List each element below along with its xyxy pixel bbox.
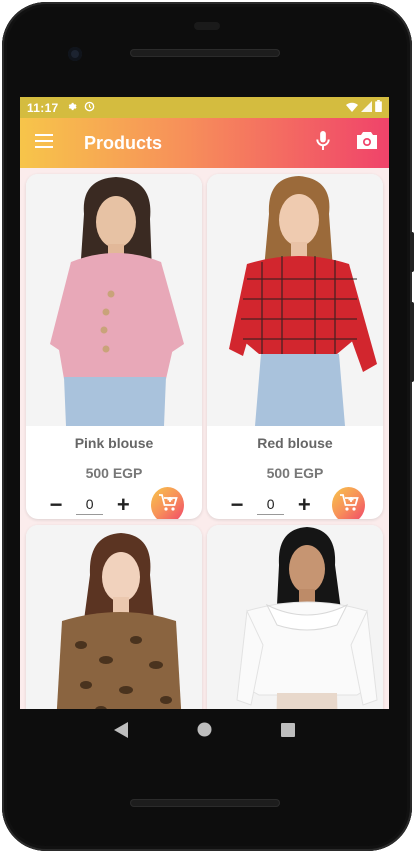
- back-icon[interactable]: [114, 721, 129, 743]
- status-bar: 11:17: [20, 97, 389, 118]
- product-price: 500 EGP: [85, 465, 143, 481]
- voice-search-button[interactable]: [301, 118, 345, 168]
- quantity-controls: − 0 +: [207, 487, 383, 519]
- product-image: [26, 525, 202, 709]
- power-button: [410, 302, 414, 382]
- camera-search-button[interactable]: [345, 118, 389, 168]
- signal-icon: [361, 100, 372, 115]
- menu-icon: [35, 133, 53, 153]
- increase-quantity-button[interactable]: +: [113, 494, 133, 516]
- bottom-speaker-grille: [130, 799, 280, 807]
- product-card[interactable]: [26, 525, 202, 709]
- add-to-cart-icon: [158, 493, 178, 517]
- app-screen: 11:17 Products Pink blouse 500 EGP − 0 +…: [20, 97, 389, 709]
- product-card[interactable]: Pink blouse 500 EGP − 0 +: [26, 174, 202, 519]
- product-image: [207, 174, 383, 426]
- mic-icon: [316, 131, 330, 155]
- add-to-cart-button[interactable]: [332, 487, 365, 519]
- recents-icon[interactable]: [280, 722, 295, 742]
- status-time: 11:17: [27, 100, 59, 115]
- sync-icon: [84, 101, 95, 115]
- add-to-cart-button[interactable]: [151, 487, 184, 519]
- product-image: [207, 525, 383, 709]
- product-card[interactable]: Red blouse 500 EGP − 0 +: [207, 174, 383, 519]
- settings-icon: [66, 101, 77, 115]
- quantity-field[interactable]: 0: [76, 496, 104, 515]
- camera-icon: [357, 132, 377, 154]
- wifi-icon: [346, 101, 358, 115]
- battery-icon: [375, 100, 382, 115]
- product-price: 500 EGP: [266, 465, 324, 481]
- top-speaker-grille: [130, 49, 280, 57]
- product-name: Pink blouse: [74, 435, 154, 451]
- product-name: Red blouse: [257, 435, 333, 451]
- menu-button[interactable]: [20, 118, 68, 168]
- quantity-controls: − 0 +: [26, 487, 202, 519]
- earpiece: [194, 22, 220, 30]
- home-icon[interactable]: [197, 722, 212, 742]
- system-navigation-bar: [20, 709, 389, 755]
- product-grid: Pink blouse 500 EGP − 0 + Red blouse 500…: [20, 168, 389, 709]
- volume-button: [410, 232, 414, 272]
- page-title: Products: [84, 132, 163, 153]
- increase-quantity-button[interactable]: +: [294, 494, 314, 516]
- app-bar: Products: [20, 118, 389, 168]
- product-image: [26, 174, 202, 426]
- product-card[interactable]: [207, 525, 383, 709]
- front-camera: [68, 47, 82, 61]
- add-to-cart-icon: [339, 493, 359, 517]
- decrease-quantity-button[interactable]: −: [227, 494, 247, 516]
- decrease-quantity-button[interactable]: −: [46, 494, 66, 516]
- quantity-field[interactable]: 0: [257, 496, 285, 515]
